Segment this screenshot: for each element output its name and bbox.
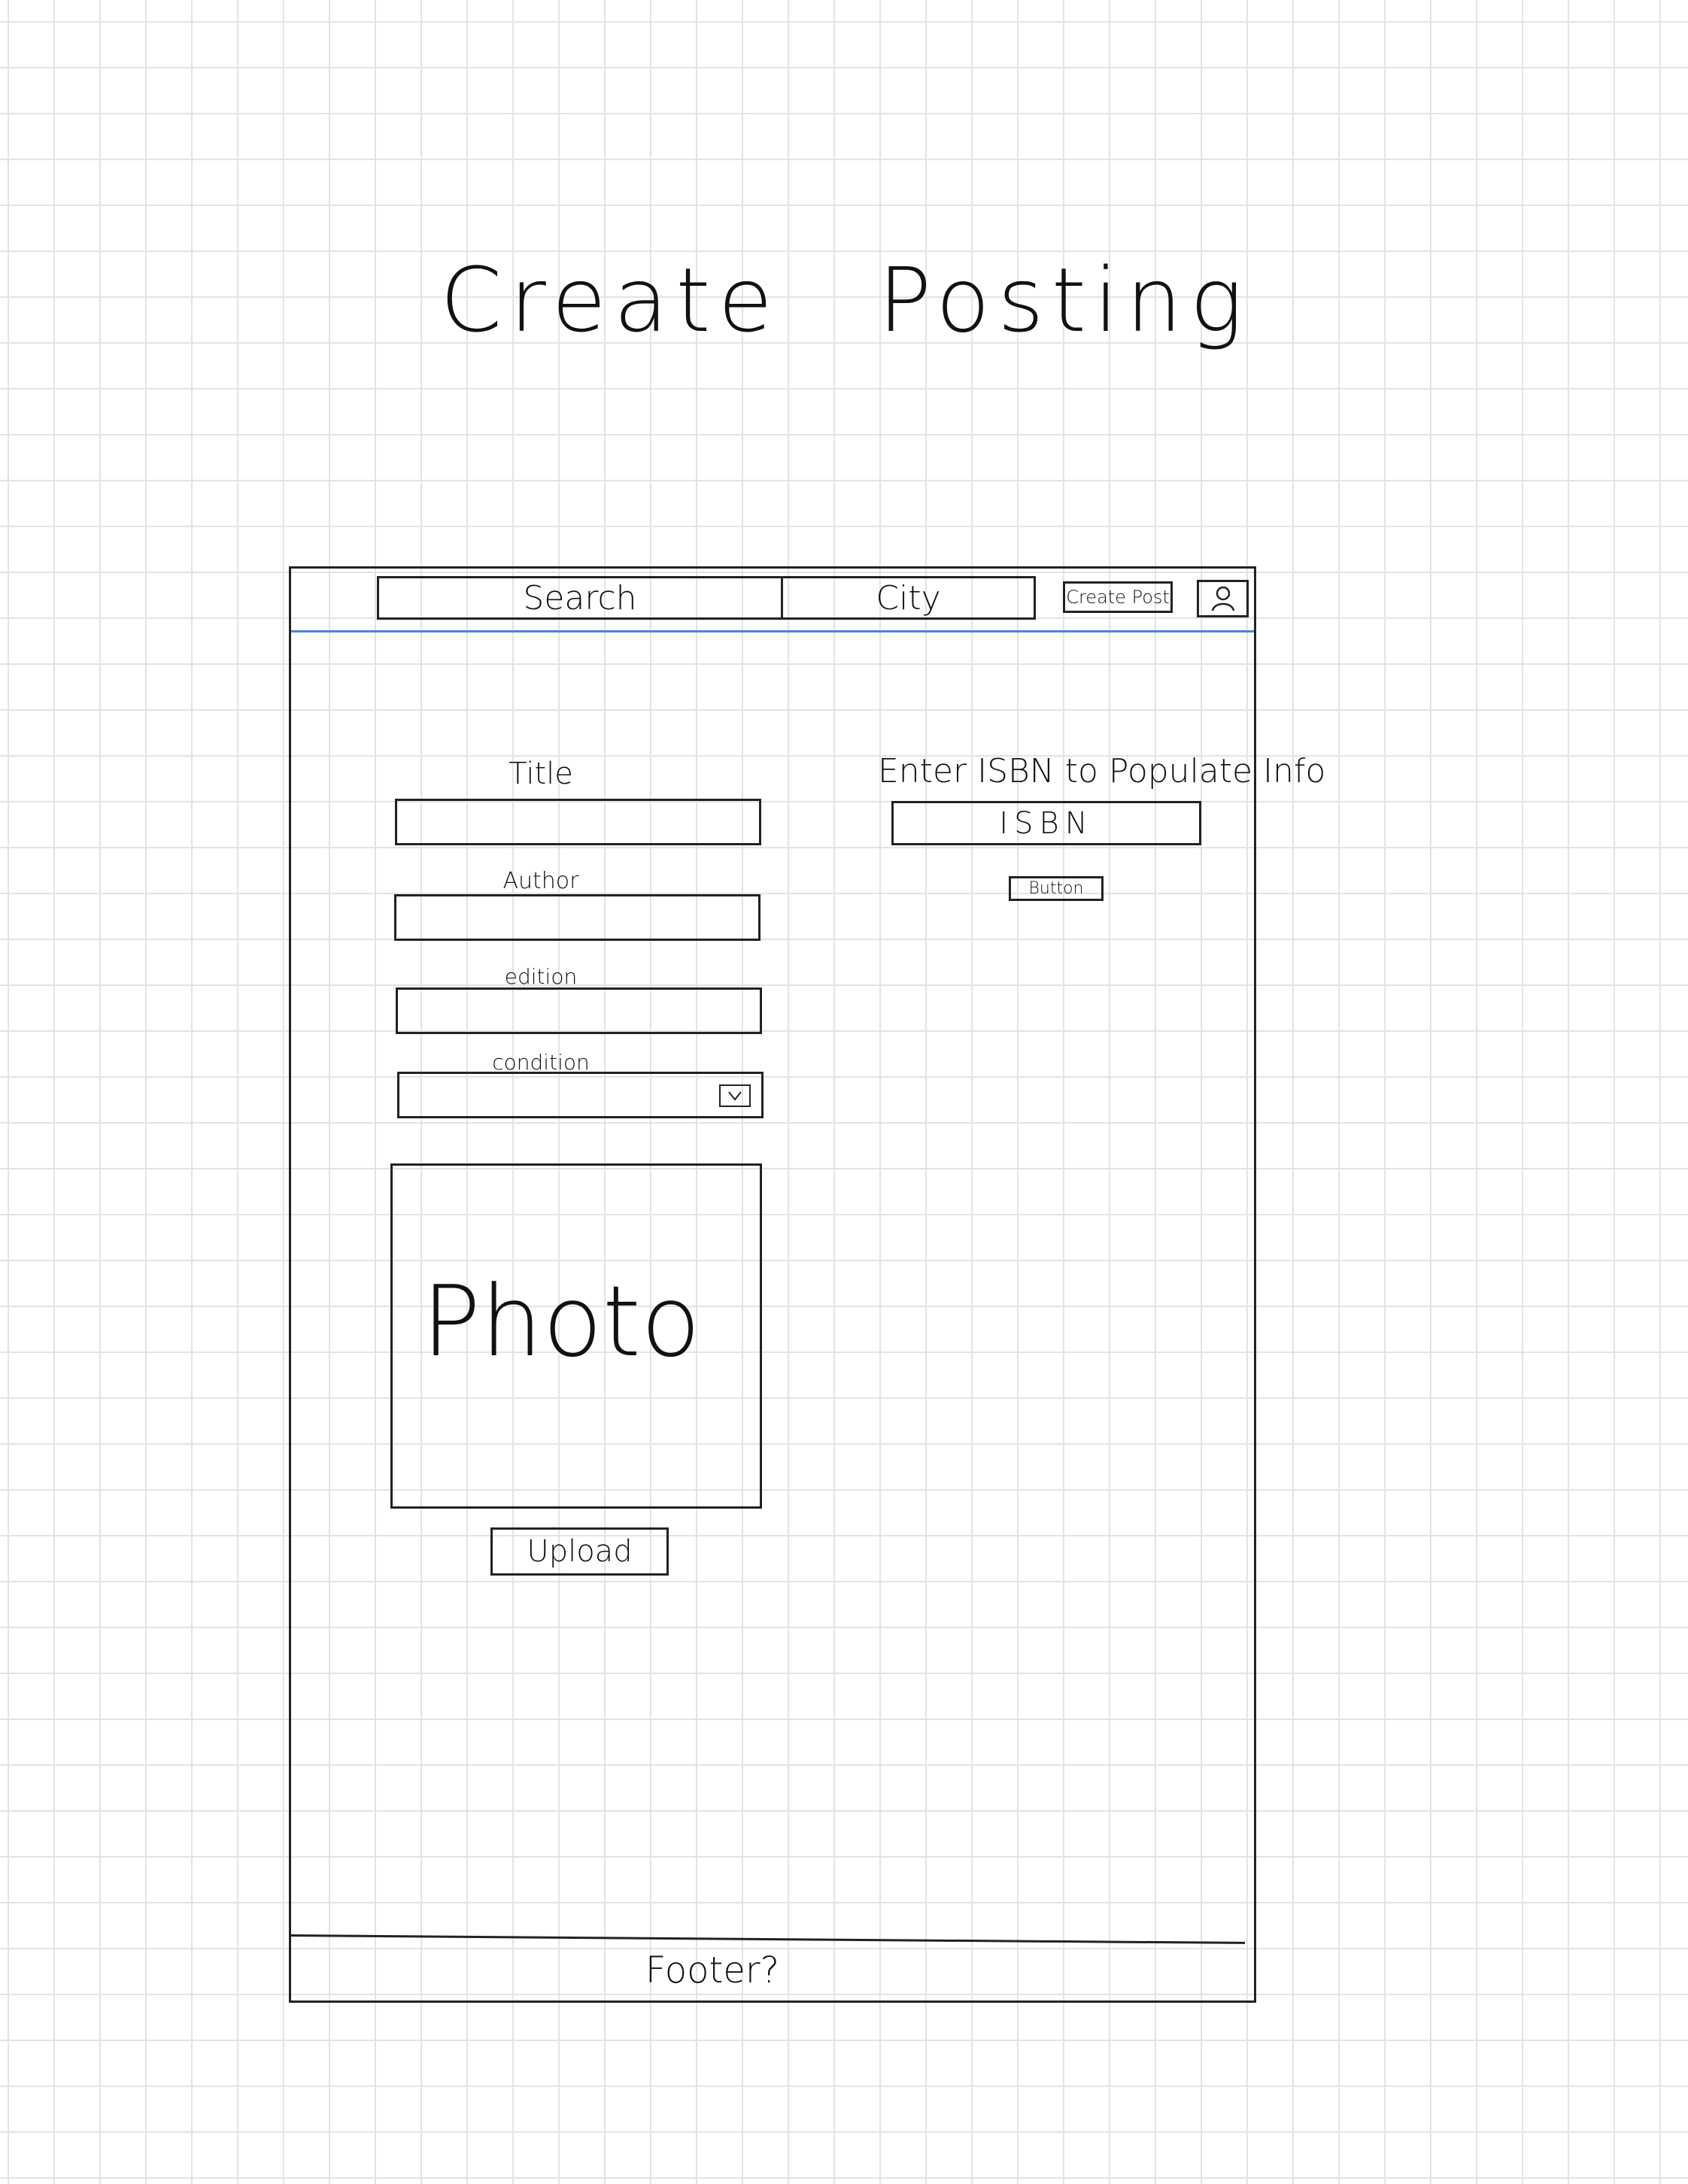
city-label: City — [876, 578, 941, 617]
upload-label: Upload — [527, 1534, 633, 1569]
author-input[interactable] — [394, 894, 761, 941]
edition-input[interactable] — [396, 987, 762, 1034]
title-label: Title — [509, 757, 573, 791]
create-post-button[interactable]: Create Post — [1063, 581, 1173, 613]
author-label: Author — [502, 868, 579, 894]
city-field[interactable]: City — [781, 576, 1036, 620]
search-label: Search — [523, 578, 637, 617]
isbn-button-label: Button — [1028, 879, 1084, 898]
photo-label: Photo — [421, 1263, 701, 1379]
navbar-divider — [291, 630, 1254, 632]
create-post-label: Create Post — [1066, 587, 1170, 608]
profile-button[interactable] — [1197, 580, 1249, 617]
page-title: Create Posting — [440, 248, 1250, 352]
isbn-heading: Enter ISBN to Populate Info — [878, 752, 1326, 790]
footer-label: Footer? — [645, 1949, 780, 1991]
edition-label: edition — [504, 964, 578, 989]
user-icon — [1208, 584, 1238, 614]
wireframe-frame: Search City Create Post Title Author edi… — [289, 566, 1326, 2003]
condition-select[interactable] — [397, 1072, 764, 1118]
isbn-field-label: ISBN — [999, 805, 1094, 841]
checkbox-icon[interactable] — [719, 1084, 751, 1107]
page-title-word-posting: Posting — [878, 248, 1251, 352]
search-bar[interactable]: Search — [377, 576, 783, 620]
footer-divider — [290, 1934, 1245, 1944]
page-title-word-create: Create — [440, 248, 781, 352]
isbn-button[interactable]: Button — [1009, 876, 1104, 901]
title-input[interactable] — [395, 799, 761, 845]
photo-placeholder: Photo — [390, 1163, 762, 1509]
upload-button[interactable]: Upload — [490, 1527, 669, 1576]
isbn-input[interactable]: ISBN — [891, 801, 1201, 845]
